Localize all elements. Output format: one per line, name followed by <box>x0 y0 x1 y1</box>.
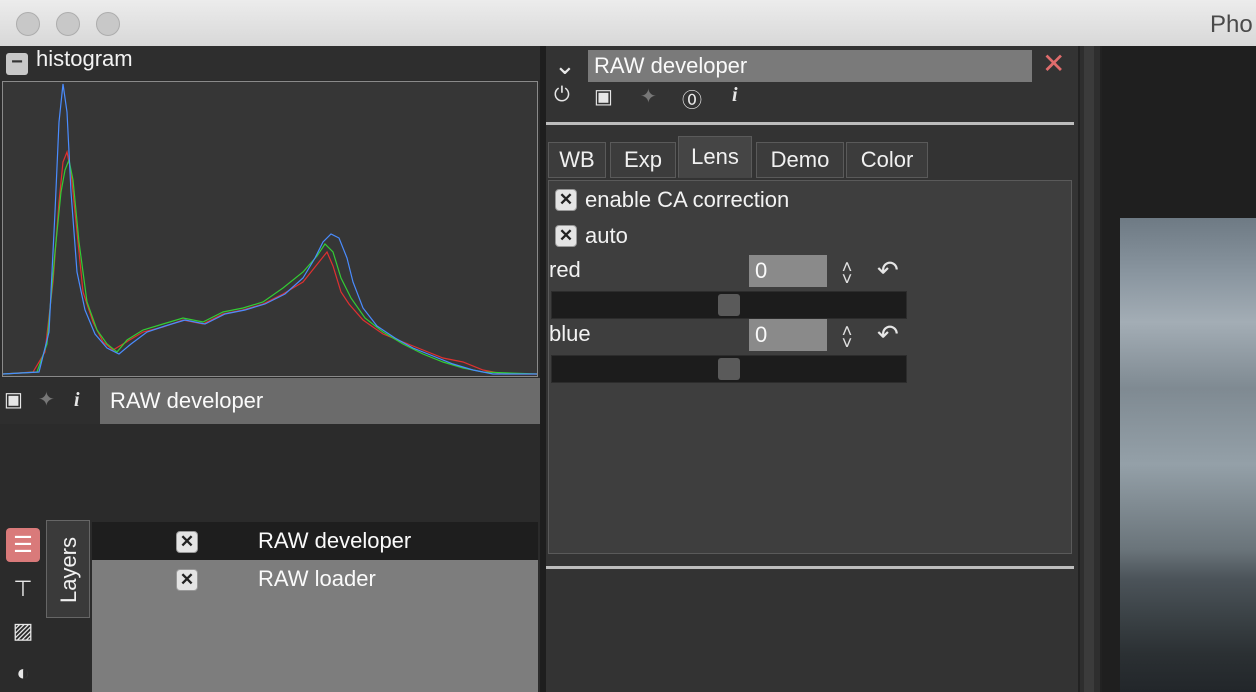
red-reset-icon[interactable]: ↶ <box>877 255 899 286</box>
histogram-green-curve <box>3 157 537 375</box>
red-value-input[interactable]: 0 <box>749 255 827 287</box>
image-preview[interactable] <box>1102 46 1256 692</box>
minimize-window-button[interactable] <box>56 12 80 36</box>
histogram-red-curve <box>3 149 537 375</box>
ca-correction-checkbox[interactable]: ✕ <box>555 189 577 211</box>
blue-slider[interactable] <box>551 355 907 383</box>
scrollbar[interactable] <box>1084 46 1094 692</box>
red-slider-handle[interactable] <box>718 294 740 316</box>
histogram-graph <box>3 83 537 375</box>
layer-enable-checkbox[interactable]: ✕ <box>176 569 198 591</box>
layer-row-raw-developer[interactable]: ✕ RAW developer <box>92 522 538 560</box>
layer-row-raw-loader[interactable]: ✕ RAW loader <box>92 560 538 598</box>
layer-label: RAW loader <box>258 566 376 591</box>
red-slider[interactable] <box>551 291 907 319</box>
blue-reset-icon[interactable]: ↶ <box>877 319 899 350</box>
preview-divider[interactable] <box>1078 46 1102 692</box>
tree-icon[interactable]: ⊤ <box>6 572 40 606</box>
tab-layers[interactable]: Layers <box>46 520 90 618</box>
histogram-title: histogram <box>36 46 133 71</box>
blue-value-input[interactable]: 0 <box>749 319 827 351</box>
histogram-plot <box>2 81 538 377</box>
blue-label: blue <box>549 321 591 346</box>
sidebar: ☰ ⊤ ▨ ◐ <box>0 520 46 692</box>
layers-tab-label: Layers <box>56 536 81 604</box>
layer-label: RAW developer <box>258 528 412 553</box>
ca-correction-label: enable CA correction <box>585 187 790 212</box>
auto-checkbox[interactable]: ✕ <box>555 225 577 247</box>
module-panel: ⌄ RAW developer ✕ ⏻ ▣ ✦ ⓪ i WB Exp Lens … <box>546 46 1078 692</box>
power-icon[interactable]: ⏻ <box>554 84 570 107</box>
module-title-field[interactable]: RAW developer <box>588 50 1032 82</box>
layers-icon[interactable]: ☰ <box>6 528 40 562</box>
contrast-icon[interactable]: ◐ <box>6 656 40 690</box>
pin-icon[interactable]: ✦ <box>640 84 657 109</box>
camera-icon[interactable]: ▣ <box>594 84 613 109</box>
tab-exp[interactable]: Exp <box>610 142 676 178</box>
module-tabs: WB Exp Lens Demo Color <box>548 136 1074 180</box>
camera-icon[interactable]: ▣ <box>4 388 23 412</box>
module-title: RAW developer <box>594 53 748 78</box>
tab-demo[interactable]: Demo <box>756 142 844 178</box>
zoom-window-button[interactable] <box>96 12 120 36</box>
blue-stepper[interactable]: ˄ ˅ <box>837 322 857 352</box>
chevron-down-icon[interactable]: ⌄ <box>554 50 576 81</box>
layers-list: ✕ RAW developer ✕ RAW loader <box>92 522 538 692</box>
blue-slider-handle[interactable] <box>718 358 740 380</box>
selected-layer-label: RAW developer <box>110 388 264 413</box>
red-stepper[interactable]: ˄ ˅ <box>837 258 857 288</box>
preview-image <box>1120 218 1256 692</box>
tab-wb[interactable]: WB <box>548 142 606 178</box>
tab-lens[interactable]: Lens <box>678 136 752 178</box>
pin-icon[interactable]: ✦ <box>38 388 55 412</box>
close-icon[interactable]: ✕ <box>1042 47 1065 80</box>
red-label: red <box>549 257 581 282</box>
info-icon[interactable]: i <box>732 84 738 107</box>
tab-color[interactable]: Color <box>846 142 928 178</box>
window-title: Pho <box>1210 11 1253 38</box>
left-toolbar: ▣ ✦ i <box>0 378 100 424</box>
auto-label: auto <box>585 223 628 248</box>
minus-icon[interactable]: − <box>6 52 28 75</box>
divider <box>546 122 1074 125</box>
divider <box>546 566 1074 569</box>
image-icon[interactable]: ▨ <box>6 614 40 648</box>
lens-tab-content: ✕ enable CA correction ✕ auto red 0 ˄ ˅ ↶… <box>548 180 1072 554</box>
opacity-icon[interactable]: ⓪ <box>682 84 702 113</box>
window-titlebar: Pho <box>0 0 1256 47</box>
layer-enable-checkbox[interactable]: ✕ <box>176 531 198 553</box>
info-icon[interactable]: i <box>74 388 80 412</box>
close-window-button[interactable] <box>16 12 40 36</box>
selected-layer-bar[interactable]: RAW developer <box>100 378 540 424</box>
histogram-blue-curve <box>3 83 537 375</box>
histogram-header: − histogram <box>0 46 540 80</box>
